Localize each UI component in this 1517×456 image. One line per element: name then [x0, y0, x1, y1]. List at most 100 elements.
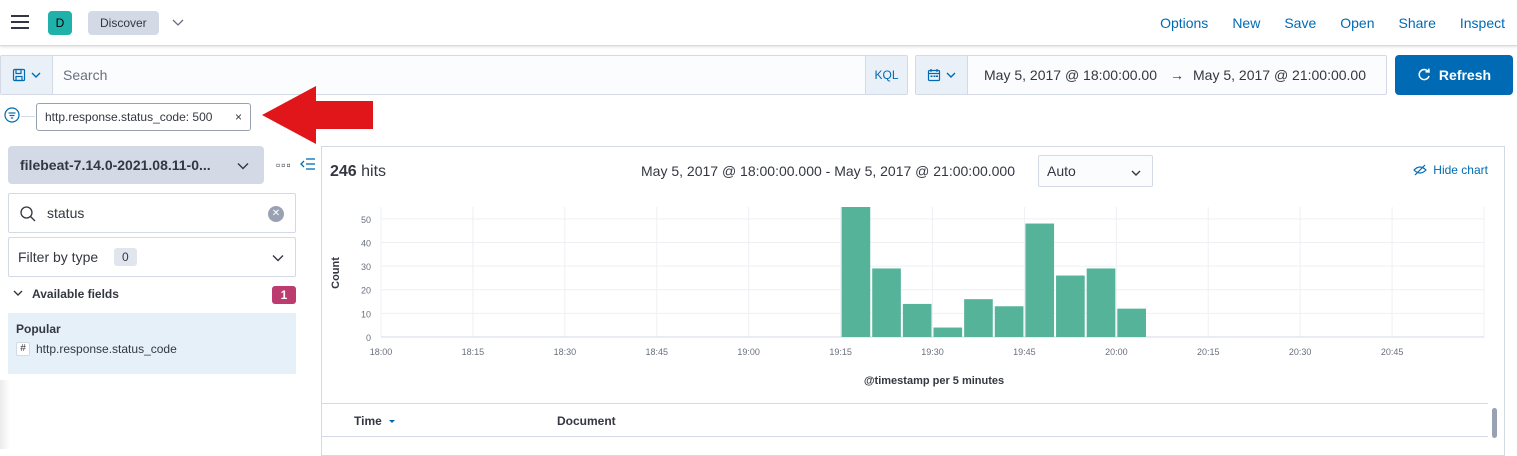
space-avatar[interactable]: D — [48, 11, 72, 35]
chevron-down-icon — [1131, 170, 1141, 176]
document-table-header: Time Document — [322, 403, 1488, 437]
x-tick-label: 18:30 — [554, 347, 577, 357]
close-icon[interactable]: × — [235, 104, 242, 130]
chevron-down-icon[interactable] — [170, 14, 186, 30]
x-tick-label: 18:15 — [462, 347, 485, 357]
histogram-bar[interactable] — [1086, 268, 1116, 337]
open-link[interactable]: Open — [1340, 15, 1374, 31]
new-link[interactable]: New — [1232, 15, 1260, 31]
column-time-label: Time — [354, 414, 382, 428]
saved-query-button[interactable] — [1, 56, 53, 94]
histogram-bar[interactable] — [1117, 308, 1146, 337]
kql-toggle[interactable]: KQL — [865, 56, 907, 94]
collapse-sidebar-icon[interactable] — [300, 157, 316, 171]
date-picker: May 5, 2017 @ 18:00:00.00 → May 5, 2017 … — [915, 55, 1387, 95]
x-tick-label: 19:00 — [737, 347, 760, 357]
x-tick-label: 20:15 — [1197, 347, 1220, 357]
scrollbar[interactable] — [1492, 408, 1497, 438]
histogram-bar[interactable] — [902, 303, 932, 337]
hide-chart-button[interactable]: Hide chart — [1413, 163, 1488, 177]
interval-select[interactable]: Auto — [1038, 155, 1153, 187]
histogram-bar[interactable] — [964, 299, 993, 337]
column-document[interactable]: Document — [557, 414, 616, 428]
filter-count-badge: 0 — [114, 248, 137, 266]
available-fields-toggle[interactable]: Available fields — [12, 287, 119, 301]
histogram-bar[interactable] — [1025, 223, 1055, 337]
y-tick-label: 20 — [361, 286, 371, 296]
y-axis-label: Count — [330, 257, 342, 289]
chevron-down-icon — [237, 163, 249, 170]
filter-divider — [21, 116, 35, 117]
filter-pill[interactable]: http.response.status_code: 500 × — [36, 103, 251, 131]
field-search: ✕ — [8, 193, 296, 233]
query-bar: KQL — [0, 55, 908, 95]
breadcrumb-discover[interactable]: Discover — [88, 11, 159, 35]
results-panel: 246 hits May 5, 2017 @ 18:00:00.000 - Ma… — [321, 146, 1505, 456]
chevron-down-icon — [946, 72, 955, 78]
field-search-input[interactable] — [47, 202, 267, 224]
options-link[interactable]: Options — [1160, 15, 1208, 31]
hits-counter: 246 hits — [330, 163, 386, 181]
share-link[interactable]: Share — [1399, 15, 1436, 31]
x-tick-label: 20:45 — [1381, 347, 1404, 357]
search-input[interactable] — [53, 56, 867, 94]
histogram-bar[interactable] — [1056, 275, 1085, 337]
x-tick-label: 19:45 — [1013, 347, 1036, 357]
sort-down-icon — [389, 420, 396, 423]
field-name: http.response.status_code — [36, 342, 177, 356]
histogram-bar[interactable] — [841, 207, 871, 337]
x-tick-label: 19:15 — [829, 347, 852, 357]
filter-by-type-label: Filter by type — [18, 249, 99, 265]
index-pattern-selector[interactable]: filebeat-7.14.0-2021.08.11-0... — [8, 146, 264, 184]
quick-menu-button[interactable] — [916, 56, 968, 94]
chart-bars — [841, 207, 1146, 337]
y-tick-label: 30 — [361, 262, 371, 272]
x-axis-label: @timestamp per 5 minutes — [864, 375, 1004, 387]
search-icon — [20, 206, 36, 222]
y-tick-label: 10 — [361, 309, 371, 319]
filter-pill-label: http.response.status_code: 500 — [45, 110, 213, 124]
top-nav-bar: D Discover Options New Save Open Share I… — [0, 0, 1517, 46]
y-tick-labels: 0 10 20 30 40 50 — [361, 215, 371, 343]
histogram-bar[interactable] — [872, 268, 901, 337]
histogram-bar[interactable] — [994, 306, 1024, 337]
calendar-icon — [927, 69, 940, 82]
number-type-icon: # — [16, 342, 30, 356]
menu-icon[interactable] — [11, 15, 29, 29]
end-date[interactable]: May 5, 2017 @ 21:00:00.00 — [1193, 67, 1366, 83]
refresh-button[interactable]: Refresh — [1395, 55, 1513, 95]
y-tick-label: 0 — [366, 333, 371, 343]
eye-closed-icon — [1413, 164, 1428, 176]
x-tick-label: 20:30 — [1289, 347, 1312, 357]
index-pattern-options-icon[interactable]: ▫▫▫ — [276, 158, 292, 172]
start-date[interactable]: May 5, 2017 @ 18:00:00.00 — [984, 67, 1157, 83]
y-tick-label: 50 — [361, 215, 371, 225]
chevron-down-icon — [13, 290, 23, 296]
red-arrow-annotation — [262, 86, 373, 144]
available-fields-label: Available fields — [32, 287, 119, 301]
save-icon — [12, 68, 25, 82]
column-time[interactable]: Time — [354, 414, 397, 428]
refresh-label: Refresh — [1438, 67, 1492, 83]
filter-by-type[interactable]: Filter by type 0 — [8, 237, 296, 277]
chevron-down-icon — [272, 255, 284, 262]
histogram-bar[interactable] — [933, 327, 963, 337]
arrow-right-icon: → — [1170, 67, 1184, 83]
page-edge-shadow — [0, 380, 10, 449]
hits-label: hits — [361, 163, 387, 180]
available-fields-count: 1 — [272, 286, 296, 304]
inspect-link[interactable]: Inspect — [1460, 15, 1505, 31]
field-item[interactable]: # http.response.status_code — [16, 342, 177, 356]
hide-chart-label: Hide chart — [1433, 163, 1488, 177]
hits-count: 246 — [330, 163, 357, 180]
y-tick-label: 40 — [361, 238, 371, 248]
chevron-down-icon — [31, 72, 40, 78]
clear-icon[interactable]: ✕ — [268, 206, 284, 222]
x-tick-label: 19:30 — [921, 347, 944, 357]
filter-menu-icon[interactable] — [4, 107, 20, 123]
refresh-icon — [1418, 68, 1430, 81]
save-link[interactable]: Save — [1284, 15, 1316, 31]
top-nav-links: Options New Save Open Share Inspect — [1160, 0, 1505, 46]
histogram-chart: 0 10 20 30 40 50 18:00 18:15 18:30 18:45 19:00 19:… — [330, 207, 1485, 387]
x-tick-label: 20:00 — [1105, 347, 1128, 357]
